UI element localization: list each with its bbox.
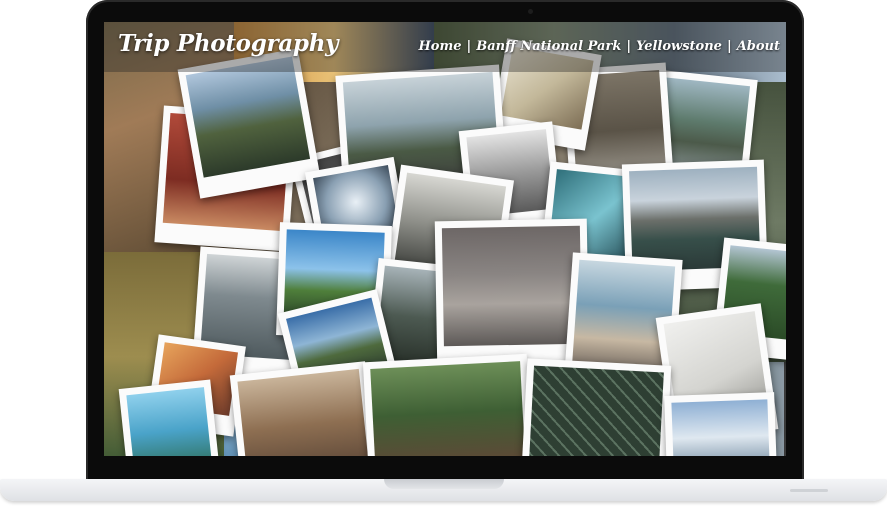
- nav-yellowstone[interactable]: Yellowstone: [636, 39, 722, 54]
- nav-home[interactable]: Home: [419, 39, 462, 54]
- photo-snowy-peaks[interactable]: [664, 392, 778, 456]
- laptop-notch: [384, 479, 504, 489]
- photo-dog-road[interactable]: [229, 361, 379, 456]
- photo-palm-trees[interactable]: [118, 379, 222, 456]
- photo-forest-picnic[interactable]: [362, 353, 534, 456]
- nav-separator: |: [466, 39, 472, 54]
- main-nav: Home | Banff National Park | Yellowstone…: [419, 39, 781, 54]
- screen: Trip Photography Home | Banff National P…: [104, 22, 786, 456]
- nav-about[interactable]: About: [737, 39, 780, 54]
- nav-separator: |: [726, 39, 732, 54]
- camera-dot: [528, 9, 533, 14]
- nav-banff-national-park[interactable]: Banff National Park: [476, 39, 621, 54]
- photo-geometric-roof[interactable]: [520, 358, 672, 456]
- laptop-vent: [790, 489, 828, 492]
- site-header: Trip Photography Home | Banff National P…: [104, 22, 786, 72]
- nav-separator: |: [626, 39, 632, 54]
- site-title[interactable]: Trip Photography: [118, 30, 338, 57]
